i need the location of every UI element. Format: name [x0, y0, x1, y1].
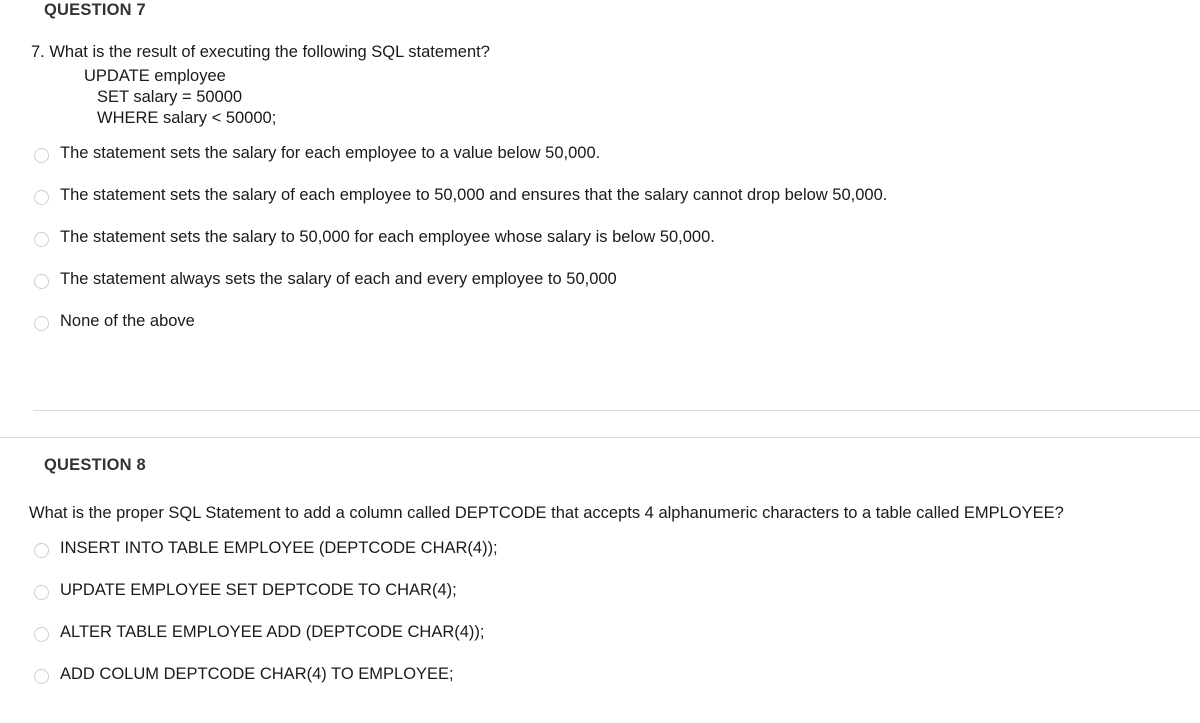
question-7-body: 7. What is the result of executing the f… — [0, 20, 1200, 129]
option-label: None of the above — [60, 312, 195, 330]
radio-button-icon[interactable] — [34, 543, 49, 558]
option-row[interactable]: The statement sets the salary of each em… — [0, 185, 1200, 227]
option-row[interactable]: The statement sets the salary to 50,000 … — [0, 227, 1200, 269]
question-block-7: QUESTION 7 7. What is the result of exec… — [0, 0, 1200, 353]
question-7-heading: QUESTION 7 — [44, 1, 146, 19]
option-label: UPDATE EMPLOYEE SET DEPTCODE TO CHAR(4); — [60, 581, 457, 599]
sql-line: UPDATE employee — [84, 67, 226, 85]
option-label: ALTER TABLE EMPLOYEE ADD (DEPTCODE CHAR(… — [60, 623, 485, 641]
radio-button-icon[interactable] — [34, 148, 49, 163]
radio-button-icon[interactable] — [34, 669, 49, 684]
option-label: INSERT INTO TABLE EMPLOYEE (DEPTCODE CHA… — [60, 539, 498, 557]
quiz-page: QUESTION 7 7. What is the result of exec… — [0, 0, 1200, 723]
option-label: ADD COLUM DEPTCODE CHAR(4) TO EMPLOYEE; — [60, 665, 454, 683]
question-8-body: What is the proper SQL Statement to add … — [0, 475, 1200, 524]
question-8-heading: QUESTION 8 — [44, 456, 146, 474]
option-label: The statement sets the salary for each e… — [60, 144, 601, 162]
question-7-sql-snippet: UPDATE employee SET salary = 50000 WHERE… — [31, 66, 1200, 129]
option-row[interactable]: INSERT INTO TABLE EMPLOYEE (DEPTCODE CHA… — [0, 538, 1200, 580]
section-divider-inset — [33, 410, 1200, 411]
option-row[interactable]: ADD COLUM DEPTCODE CHAR(4) TO EMPLOYEE; — [0, 664, 1200, 706]
radio-button-icon[interactable] — [34, 274, 49, 289]
option-row[interactable]: The statement sets the salary for each e… — [0, 143, 1200, 185]
question-7-prompt: 7. What is the result of executing the f… — [31, 43, 490, 61]
option-label: The statement sets the salary of each em… — [60, 186, 888, 204]
option-row[interactable]: UPDATE EMPLOYEE SET DEPTCODE TO CHAR(4); — [0, 580, 1200, 622]
radio-button-icon[interactable] — [34, 190, 49, 205]
option-row[interactable]: ALTER TABLE EMPLOYEE ADD (DEPTCODE CHAR(… — [0, 622, 1200, 664]
option-row[interactable]: The statement always sets the salary of … — [0, 269, 1200, 311]
sql-line: WHERE salary < 50000; — [97, 109, 277, 127]
radio-button-icon[interactable] — [34, 627, 49, 642]
sql-line: SET salary = 50000 — [97, 88, 243, 106]
option-label: The statement always sets the salary of … — [60, 270, 617, 288]
radio-button-icon[interactable] — [34, 585, 49, 600]
option-label: The statement sets the salary to 50,000 … — [60, 228, 715, 246]
question-7-options: The statement sets the salary for each e… — [0, 143, 1200, 353]
option-row[interactable]: None of the above — [0, 311, 1200, 353]
question-8-prompt: What is the proper SQL Statement to add … — [29, 504, 1064, 522]
radio-button-icon[interactable] — [34, 316, 49, 331]
radio-button-icon[interactable] — [34, 232, 49, 247]
question-block-8: QUESTION 8 What is the proper SQL Statem… — [0, 437, 1200, 706]
question-8-options: INSERT INTO TABLE EMPLOYEE (DEPTCODE CHA… — [0, 538, 1200, 706]
